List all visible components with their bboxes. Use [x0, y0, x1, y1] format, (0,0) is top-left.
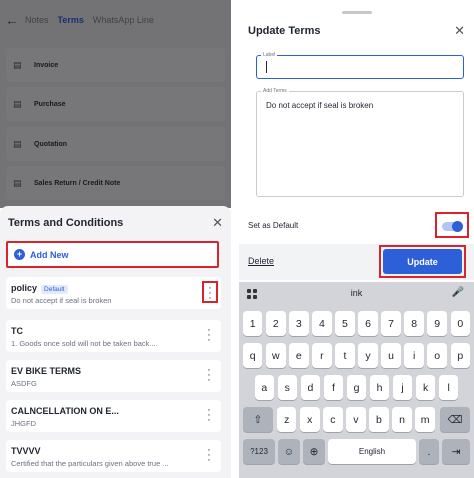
key-p[interactable]: p: [450, 343, 470, 368]
word-suggestion[interactable]: ink: [239, 288, 474, 298]
term-description: 1. Goods once sold will not be taken bac…: [11, 339, 158, 348]
plus-icon: +: [14, 249, 25, 260]
key-3[interactable]: 3: [289, 311, 309, 336]
key-n[interactable]: n: [392, 407, 412, 432]
term-item-policy[interactable]: policy Default Do not accept if seal is b…: [6, 277, 221, 309]
term-item-tc[interactable]: TC 1. Goods once sold will not be taken …: [6, 320, 221, 352]
close-icon[interactable]: ✕: [212, 215, 223, 231]
term-name-row: policy Default: [11, 283, 68, 294]
key-c[interactable]: c: [323, 407, 343, 432]
sheet-title: Terms and Conditions: [8, 217, 124, 229]
term-name: TVVVV: [11, 446, 41, 456]
enter-icon[interactable]: ⇥: [442, 439, 470, 464]
shift-icon[interactable]: ⇧: [243, 407, 273, 432]
suggestion-bar: ink 🎤: [239, 282, 474, 306]
key-k[interactable]: k: [415, 375, 436, 400]
key-f[interactable]: f: [323, 375, 344, 400]
highlight-box: Update: [379, 245, 466, 278]
globe-icon[interactable]: ⊕: [303, 439, 325, 464]
delete-button[interactable]: Delete: [248, 256, 274, 266]
terms-bottom-sheet: Terms and Conditions ✕ + Add New policy D…: [0, 206, 231, 478]
add-new-label: Add New: [30, 249, 69, 260]
key-2[interactable]: 2: [266, 311, 286, 336]
more-options-icon[interactable]: · · ·: [205, 445, 213, 466]
right-screen: Update Terms ✕ Label Add Terms Do not ac…: [239, 0, 474, 478]
term-item-tvvvv[interactable]: TVVVV Certified that the particulars giv…: [6, 440, 221, 472]
left-screen: ← Notes Terms WhatsApp Line ▤ Invoice ▤ …: [0, 0, 231, 478]
key-w[interactable]: w: [266, 343, 286, 368]
symbols-key[interactable]: ?123: [243, 439, 275, 464]
more-options-icon[interactable]: · · ·: [202, 281, 218, 304]
term-description: ASDFG: [11, 379, 37, 388]
term-item-cancellation[interactable]: CALNCELLATION ON E... JHGFD · · ·: [6, 400, 221, 432]
more-options-icon[interactable]: · · ·: [205, 365, 213, 386]
terms-textarea[interactable]: Add Terms Do not accept if seal is broke…: [256, 88, 464, 197]
sheet-header: Terms and Conditions ✕: [0, 206, 231, 240]
key-z[interactable]: z: [277, 407, 297, 432]
space-key[interactable]: English: [328, 439, 416, 464]
highlight-box: [435, 212, 469, 238]
key-j[interactable]: j: [392, 375, 413, 400]
add-new-button[interactable]: + Add New: [6, 241, 219, 268]
label-field-tag: Label: [261, 52, 278, 58]
key-x[interactable]: x: [300, 407, 320, 432]
default-badge: Default: [41, 285, 68, 294]
term-name: EV BIKE TERMS: [11, 366, 82, 376]
key-y[interactable]: y: [358, 343, 378, 368]
modal-backdrop[interactable]: [0, 0, 231, 208]
key-8[interactable]: 8: [404, 311, 424, 336]
key-5[interactable]: 5: [335, 311, 355, 336]
toggle-knob: [452, 221, 463, 232]
more-options-icon[interactable]: · · ·: [205, 405, 213, 426]
key-h[interactable]: h: [369, 375, 390, 400]
term-name: TC: [11, 326, 23, 336]
key-e[interactable]: e: [289, 343, 309, 368]
backspace-icon[interactable]: ⌫: [440, 407, 470, 432]
update-button[interactable]: Update: [383, 249, 462, 274]
terms-field-tag: Add Terms: [261, 88, 289, 94]
term-description: JHGFD: [11, 419, 36, 428]
term-item-ev-bike[interactable]: EV BIKE TERMS ASDFG · · ·: [6, 360, 221, 392]
key-4[interactable]: 4: [312, 311, 332, 336]
key-l[interactable]: l: [439, 375, 459, 400]
terms-text: Do not accept if seal is broken: [266, 101, 374, 110]
action-bar: Delete Update: [239, 244, 474, 280]
key-q[interactable]: q: [243, 343, 263, 368]
on-screen-keyboard: ink 🎤 1 2 3 4 5 6 7 8 9 0 q w e r t y u i o p a s d f g h j k l ⇧ z x c v…: [239, 282, 474, 478]
key-o[interactable]: o: [427, 343, 447, 368]
microphone-icon[interactable]: 🎤: [452, 287, 464, 298]
key-d[interactable]: d: [300, 375, 321, 400]
emoji-icon[interactable]: ☺: [278, 439, 300, 464]
key-9[interactable]: 9: [427, 311, 447, 336]
key-b[interactable]: b: [369, 407, 389, 432]
key-g[interactable]: g: [346, 375, 367, 400]
key-6[interactable]: 6: [358, 311, 378, 336]
close-icon[interactable]: ✕: [454, 23, 465, 39]
drag-handle[interactable]: [342, 11, 372, 14]
update-terms-header: Update Terms ✕: [239, 20, 474, 42]
key-r[interactable]: r: [312, 343, 332, 368]
label-input[interactable]: Label: [256, 52, 464, 79]
term-description: Do not accept if seal is broken: [11, 296, 112, 305]
text-cursor: [266, 61, 267, 73]
key-v[interactable]: v: [346, 407, 366, 432]
key-7[interactable]: 7: [381, 311, 401, 336]
more-options-icon[interactable]: · · ·: [205, 325, 213, 346]
key-u[interactable]: u: [381, 343, 401, 368]
term-name: policy: [11, 283, 38, 293]
key-m[interactable]: m: [415, 407, 435, 432]
set-default-label: Set as Default: [248, 220, 299, 230]
key-i[interactable]: i: [404, 343, 424, 368]
set-default-row: Set as Default: [248, 212, 469, 238]
period-key[interactable]: .: [419, 439, 439, 464]
sheet-title: Update Terms: [248, 25, 321, 37]
term-description: Certified that the particulars given abo…: [11, 459, 169, 468]
set-default-toggle[interactable]: [442, 221, 463, 232]
key-a[interactable]: a: [254, 375, 274, 400]
term-name: CALNCELLATION ON E...: [11, 406, 119, 416]
key-s[interactable]: s: [277, 375, 298, 400]
key-t[interactable]: t: [335, 343, 355, 368]
key-0[interactable]: 0: [450, 311, 470, 336]
key-1[interactable]: 1: [243, 311, 263, 336]
